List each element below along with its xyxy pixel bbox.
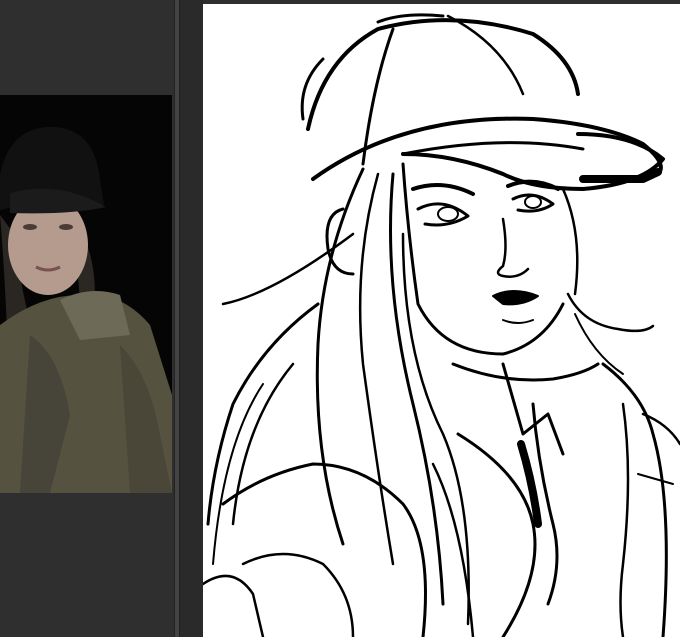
canvas-gutter <box>180 0 203 637</box>
reference-photo[interactable] <box>0 95 172 493</box>
line-sketch-icon <box>203 13 680 637</box>
reference-panel <box>0 0 174 637</box>
reference-photo-icon <box>0 95 172 493</box>
drawing-canvas[interactable] <box>203 4 680 637</box>
